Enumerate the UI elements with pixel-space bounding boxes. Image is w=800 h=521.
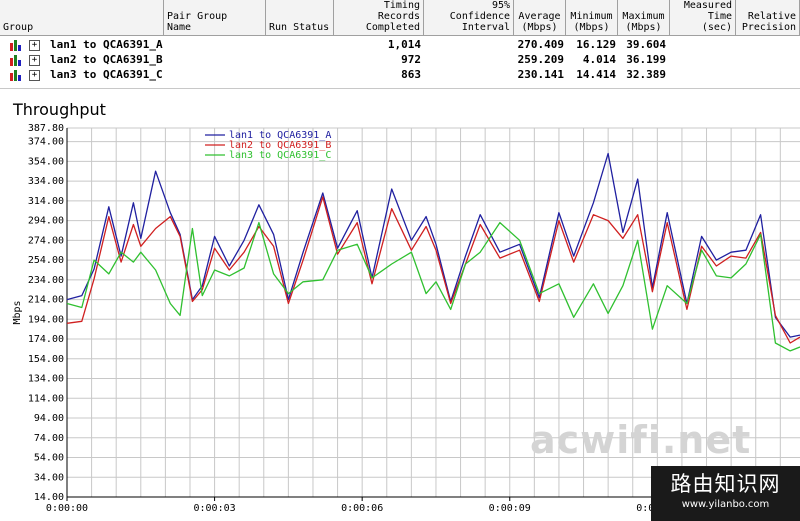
y-tick-label: 114.00	[28, 393, 64, 404]
minimum-mbps: 16.129	[576, 38, 616, 51]
minimum-mbps: 4.014	[582, 53, 616, 66]
y-axis-label: Mbps	[12, 300, 23, 324]
y-tick-label: 174.00	[28, 334, 64, 345]
y-tick-label: 354.00	[28, 156, 64, 167]
records-completed: 863	[401, 68, 421, 81]
column-header-text: Group	[3, 22, 34, 33]
column-header-text: Precision	[741, 22, 796, 33]
column-header-text: Minimum	[570, 11, 613, 22]
column-header-text: (Mbps)	[521, 22, 558, 33]
column-header-text: Average	[518, 11, 561, 22]
table-row[interactable]: + lan1 to QCA6391_A 1,014 270.409 16.129 39.6…	[0, 38, 800, 52]
column-header-text: Timing Records	[377, 0, 420, 22]
column-header[interactable]: Run Status	[266, 0, 334, 36]
column-header-text: (Mbps)	[625, 22, 662, 33]
column-header[interactable]: Minimum (Mbps)	[566, 0, 618, 36]
maximum-mbps: 36.199	[626, 53, 666, 66]
column-header[interactable]: Measured Time (sec)	[670, 0, 736, 36]
y-tick-label: 387.80	[28, 123, 64, 134]
expand-plus-icon[interactable]: +	[29, 55, 40, 66]
y-tick-label: 14.00	[34, 492, 64, 503]
table-row[interactable]: + lan3 to QCA6391_C 863 230.141 14.414 32.389	[0, 68, 800, 82]
column-header-text: Interval	[461, 22, 510, 33]
column-header-text: Pair Group	[167, 11, 228, 22]
chart-title: Throughput	[13, 100, 106, 119]
minimum-mbps: 14.414	[576, 68, 616, 81]
x-tick-label: 0:00:03	[194, 503, 236, 514]
watermark: acwifi.net	[530, 418, 752, 462]
column-header[interactable]: Pair Group Name	[164, 0, 266, 36]
y-tick-label: 274.00	[28, 235, 64, 246]
records-completed: 972	[401, 53, 421, 66]
column-header-text: Completed	[365, 22, 420, 33]
column-header-text: 95% Confidence	[449, 0, 510, 22]
column-header-text: Name	[167, 22, 192, 33]
column-header[interactable]: Average (Mbps)	[514, 0, 566, 36]
brand-url: www.yilanbo.com	[681, 499, 770, 510]
pair-name: lan3 to QCA6391_C	[50, 68, 163, 81]
y-tick-label: 54.00	[34, 453, 64, 464]
expand-plus-icon[interactable]: +	[29, 70, 40, 81]
y-tick-label: 314.00	[28, 196, 64, 207]
expand-plus-icon[interactable]: +	[29, 40, 40, 51]
column-header-text: Run Status	[269, 22, 330, 33]
column-header-text: (Mbps)	[573, 22, 610, 33]
column-header[interactable]: Group	[0, 0, 164, 36]
brand-name: 路由知识网	[670, 472, 781, 496]
column-header-text: Relative	[747, 11, 796, 22]
y-tick-label: 294.00	[28, 216, 64, 227]
brand-badge: 路由知识网 www.yilanbo.com	[651, 466, 800, 521]
average-mbps: 270.409	[517, 38, 564, 51]
x-tick-label: 0:00:00	[46, 503, 88, 514]
pair-chart-icon	[10, 70, 22, 81]
y-tick-label: 154.00	[28, 354, 64, 365]
table-row[interactable]: + lan2 to QCA6391_B 972 259.209 4.014 36.199	[0, 53, 800, 67]
x-tick-label: 0:00:09	[489, 503, 531, 514]
y-tick-label: 374.00	[28, 137, 64, 148]
column-header-text: Measured	[683, 0, 732, 11]
y-tick-label: 94.00	[34, 413, 64, 424]
column-header-text: Time (sec)	[701, 11, 732, 33]
column-header[interactable]: Maximum (Mbps)	[618, 0, 670, 36]
y-tick-label: 134.00	[28, 374, 64, 385]
legend-entry: lan3 to QCA6391_C	[229, 150, 331, 161]
x-tick-label: 0:00:06	[341, 503, 383, 514]
y-tick-label: 34.00	[34, 472, 64, 483]
y-tick-label: 234.00	[28, 275, 64, 286]
y-tick-label: 74.00	[34, 433, 64, 444]
pair-chart-icon	[10, 40, 22, 51]
y-tick-label: 334.00	[28, 176, 64, 187]
y-tick-label: 214.00	[28, 295, 64, 306]
average-mbps: 230.141	[517, 68, 564, 81]
results-table: Group Pair Group Name Run Status Timing Reco…	[0, 0, 800, 89]
column-header[interactable]: 95% Confidence Interval	[424, 0, 514, 36]
average-mbps: 259.209	[517, 53, 564, 66]
y-tick-label: 254.00	[28, 255, 64, 266]
maximum-mbps: 39.604	[626, 38, 666, 51]
y-tick-label: 194.00	[28, 314, 64, 325]
column-header[interactable]: Timing Records Completed	[334, 0, 424, 36]
pair-chart-icon	[10, 55, 22, 66]
column-header[interactable]: Relative Precision	[736, 0, 800, 36]
pair-name: lan2 to QCA6391_B	[50, 53, 163, 66]
column-header-text: Maximum	[622, 11, 665, 22]
pair-name: lan1 to QCA6391_A	[50, 38, 163, 51]
records-completed: 1,014	[387, 38, 421, 51]
maximum-mbps: 32.389	[626, 68, 666, 81]
